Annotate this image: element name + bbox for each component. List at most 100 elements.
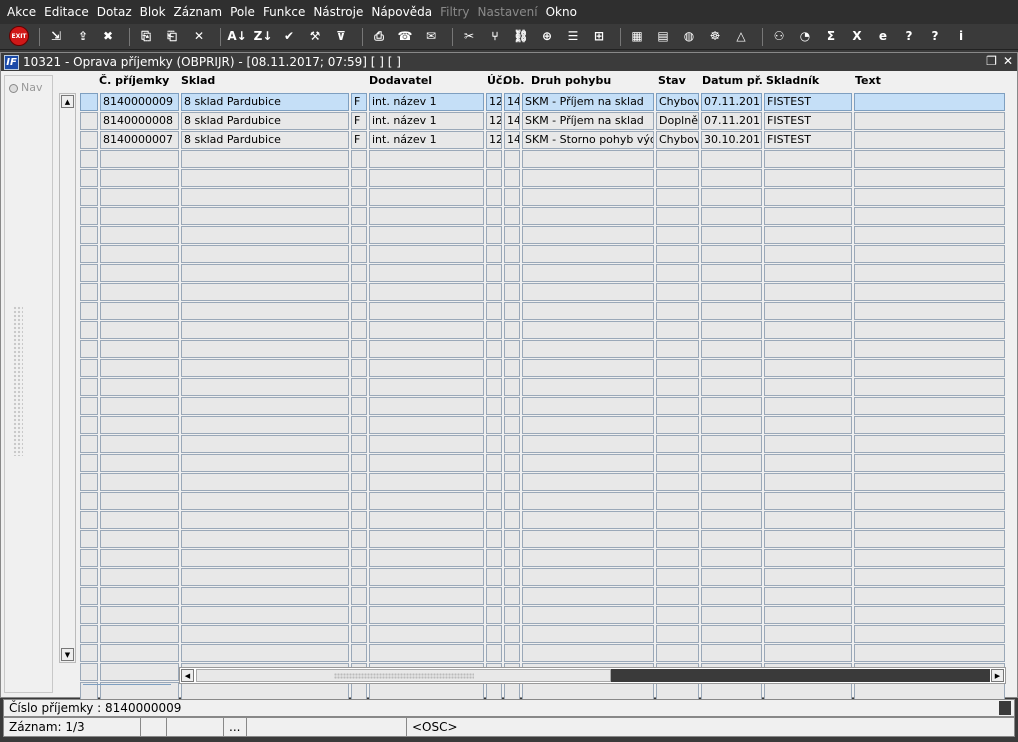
check-icon[interactable]: ✔ <box>280 27 298 45</box>
table-cell[interactable] <box>504 264 520 282</box>
table-cell[interactable] <box>764 435 852 453</box>
table-cell[interactable] <box>369 530 484 548</box>
table-cell[interactable] <box>181 245 349 263</box>
table-cell[interactable] <box>656 530 699 548</box>
table-cell[interactable] <box>369 150 484 168</box>
table-cell[interactable] <box>100 169 179 187</box>
record-selector[interactable] <box>80 568 98 586</box>
table-cell[interactable] <box>854 340 1005 358</box>
table-cell[interactable]: 8140000008 <box>100 112 179 130</box>
table-cell[interactable] <box>764 226 852 244</box>
table-cell[interactable]: 14 <box>504 112 520 130</box>
table-cell[interactable] <box>522 302 654 320</box>
table-cell[interactable] <box>181 207 349 225</box>
table-cell[interactable] <box>369 473 484 491</box>
table-cell[interactable]: F <box>351 131 367 149</box>
table-cell[interactable] <box>522 435 654 453</box>
table-cell[interactable] <box>504 492 520 510</box>
table-cell[interactable] <box>486 587 502 605</box>
table-cell[interactable] <box>181 587 349 605</box>
table-cell[interactable] <box>764 511 852 529</box>
table-cell[interactable] <box>504 340 520 358</box>
table-cell[interactable] <box>854 150 1005 168</box>
table-cell[interactable] <box>764 264 852 282</box>
table-cell[interactable] <box>656 169 699 187</box>
table-cell[interactable] <box>854 283 1005 301</box>
table-cell[interactable] <box>100 321 179 339</box>
print-icon[interactable]: ⎙ <box>370 27 388 45</box>
question-icon[interactable]: ? <box>926 27 944 45</box>
table-cell[interactable] <box>701 207 762 225</box>
table-cell[interactable] <box>369 283 484 301</box>
menu-item-5[interactable]: Pole <box>226 0 259 24</box>
table-cell[interactable] <box>656 454 699 472</box>
table-cell[interactable] <box>701 359 762 377</box>
table-cell[interactable] <box>181 397 349 415</box>
table-cell[interactable] <box>764 283 852 301</box>
table-row[interactable] <box>80 378 1008 396</box>
exit-button[interactable]: EXIT <box>9 26 29 46</box>
table-cell[interactable] <box>351 169 367 187</box>
table-cell[interactable] <box>522 321 654 339</box>
table-cell[interactable] <box>351 549 367 567</box>
table-cell[interactable] <box>369 435 484 453</box>
table-cell[interactable] <box>656 644 699 662</box>
table-cell[interactable] <box>854 169 1005 187</box>
table-cell[interactable] <box>854 226 1005 244</box>
clear-icon[interactable]: ✕ <box>190 27 208 45</box>
chart-icon[interactable]: ◔ <box>796 27 814 45</box>
table-cell[interactable]: 12 <box>486 112 502 130</box>
table-cell[interactable] <box>701 587 762 605</box>
table-cell[interactable] <box>656 264 699 282</box>
table-cell[interactable] <box>701 340 762 358</box>
table-row[interactable] <box>80 245 1008 263</box>
table-row[interactable] <box>80 302 1008 320</box>
table-cell[interactable] <box>656 511 699 529</box>
record-selector[interactable] <box>80 511 98 529</box>
table-cell[interactable] <box>486 511 502 529</box>
record-selector[interactable] <box>80 283 98 301</box>
table-cell[interactable] <box>504 568 520 586</box>
table-cell[interactable] <box>369 188 484 206</box>
table-cell[interactable] <box>369 359 484 377</box>
table-cell[interactable]: SKM - Příjem na sklad <box>522 93 654 111</box>
scroll-down-icon[interactable]: ▼ <box>61 648 74 661</box>
table-cell[interactable] <box>522 606 654 624</box>
table-cell[interactable] <box>656 549 699 567</box>
table-cell[interactable]: Chybový <box>656 93 699 111</box>
table-cell[interactable] <box>701 264 762 282</box>
table-cell[interactable] <box>504 530 520 548</box>
table-row[interactable] <box>80 150 1008 168</box>
table-cell[interactable] <box>854 321 1005 339</box>
record-selector[interactable] <box>80 321 98 339</box>
table-cell[interactable] <box>486 435 502 453</box>
table-cell[interactable] <box>100 606 179 624</box>
table-cell[interactable] <box>701 530 762 548</box>
table-cell[interactable] <box>656 682 699 700</box>
table-row[interactable] <box>80 321 1008 339</box>
table-cell[interactable] <box>522 492 654 510</box>
sum-icon[interactable]: Σ <box>822 27 840 45</box>
table-cell[interactable] <box>351 359 367 377</box>
table-cell[interactable] <box>351 378 367 396</box>
table-cell[interactable] <box>351 587 367 605</box>
table-cell[interactable] <box>504 511 520 529</box>
table-cell[interactable] <box>181 606 349 624</box>
record-selector[interactable] <box>80 416 98 434</box>
table-row[interactable] <box>80 606 1008 624</box>
table-cell[interactable] <box>369 606 484 624</box>
table-cell[interactable] <box>656 625 699 643</box>
table-cell[interactable] <box>522 568 654 586</box>
table-cell[interactable] <box>522 682 654 700</box>
table-row[interactable] <box>80 416 1008 434</box>
table-cell[interactable]: 8140000007 <box>100 131 179 149</box>
table-cell[interactable] <box>351 644 367 662</box>
table-cell[interactable] <box>351 283 367 301</box>
table-cell[interactable] <box>486 150 502 168</box>
table-cell[interactable] <box>656 606 699 624</box>
table-cell[interactable] <box>369 264 484 282</box>
table-cell[interactable] <box>854 511 1005 529</box>
table-cell[interactable] <box>100 663 179 681</box>
table-cell[interactable]: 8 sklad Pardubice <box>181 112 349 130</box>
table-cell[interactable] <box>486 416 502 434</box>
